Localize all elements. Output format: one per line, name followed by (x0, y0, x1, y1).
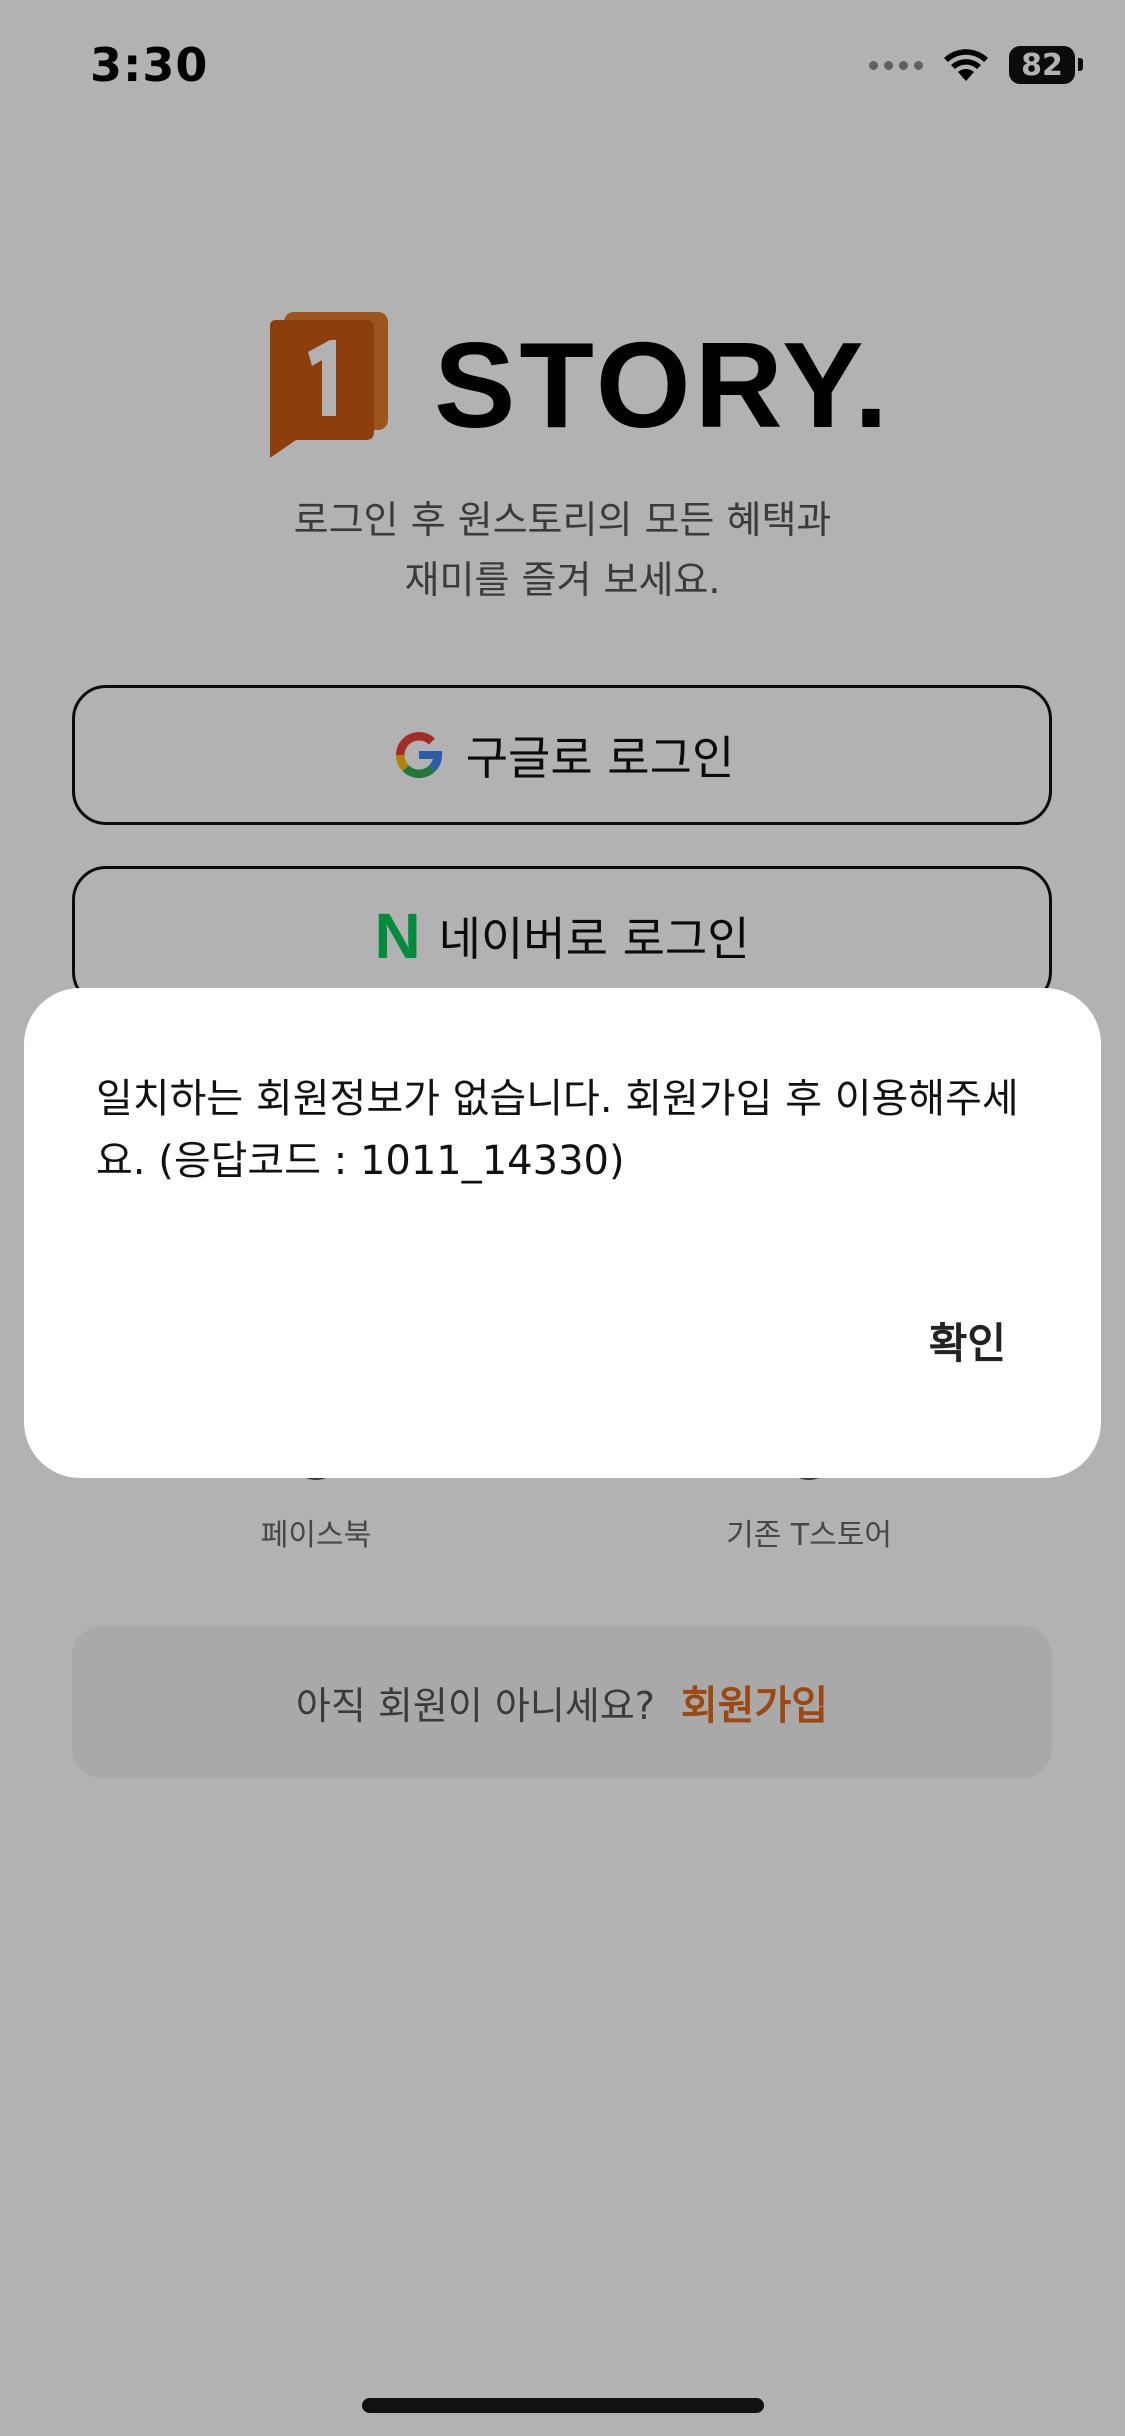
home-indicator[interactable] (362, 2398, 764, 2413)
dialog-message: 일치하는 회원정보가 없습니다. 회원가입 후 이용해주세요. (응답코드 : … (96, 1076, 1019, 1184)
error-dialog: 일치하는 회원정보가 없습니다. 회원가입 후 이용해주세요. (응답코드 : … (24, 988, 1101, 1478)
login-screen: 3:30 82 STORY. 로그인 후 원스토리의 모든 혜택과 재미를 즐겨… (0, 0, 1125, 2436)
confirm-button[interactable]: 확인 (929, 1310, 1006, 1371)
